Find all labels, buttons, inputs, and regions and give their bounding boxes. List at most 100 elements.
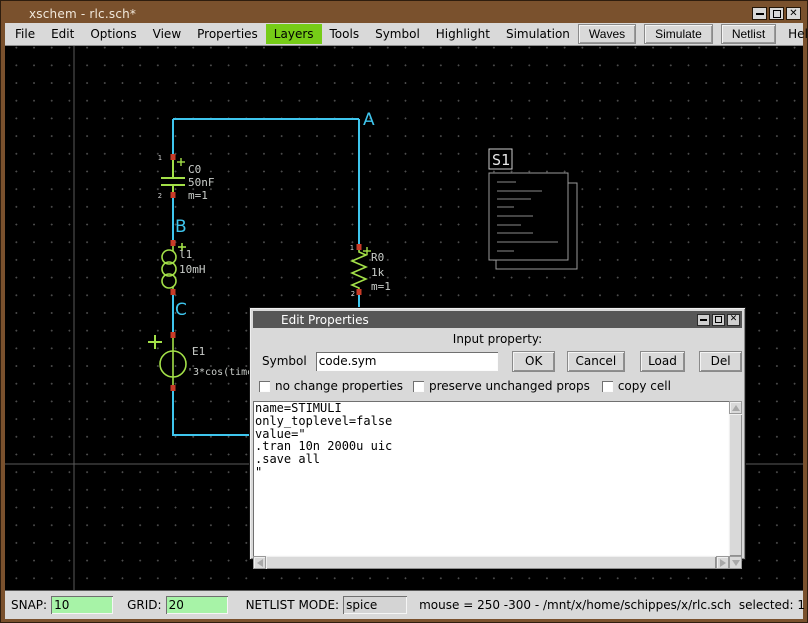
dialog-header: Input property:	[253, 332, 742, 347]
pin-square	[357, 244, 362, 250]
menu-tools[interactable]: Tools	[322, 24, 368, 44]
menu-help[interactable]: Help	[784, 24, 808, 44]
property-text-region: name=STIMULI only_toplevel=false value="…	[253, 401, 742, 556]
resistor-value: 1k	[371, 266, 385, 279]
preserve-unchanged-props-label: preserve unchanged props	[429, 379, 590, 393]
capacitor-value: 50nF	[188, 176, 215, 189]
net-label-c[interactable]: C	[175, 300, 187, 320]
property-textarea[interactable]: name=STIMULI only_toplevel=false value="…	[253, 401, 729, 556]
symbol-row: Symbol OK Cancel Load Del	[253, 350, 742, 372]
checkbox-row: no change properties preserve unchanged …	[253, 377, 742, 395]
resistor-name: R0	[371, 251, 384, 264]
menu-highlight[interactable]: Highlight	[428, 24, 498, 44]
pin-square	[171, 192, 176, 198]
minimize-icon	[700, 315, 707, 321]
simulate-button[interactable]: Simulate	[644, 24, 713, 44]
del-button[interactable]: Del	[699, 351, 742, 372]
cancel-button[interactable]: Cancel	[567, 351, 625, 372]
menu-symbol[interactable]: Symbol	[367, 24, 428, 44]
menu-options[interactable]: Options	[82, 24, 144, 44]
window-title: xschem - rlc.sch*	[29, 7, 136, 21]
pin-square	[171, 154, 176, 160]
scroll-down-button[interactable]	[729, 556, 742, 569]
resistor-symbol[interactable]: 1 2 R0 1k m=1	[350, 244, 391, 298]
copy-cell-checkbox[interactable]	[602, 381, 613, 392]
capacitor-pin2: 2	[158, 192, 162, 200]
ok-button[interactable]: OK	[512, 351, 555, 372]
minimize-icon	[756, 8, 764, 15]
snap-input[interactable]	[51, 596, 113, 614]
capacitor-symbol[interactable]: 1 2 C0 50nF m=1	[158, 154, 215, 202]
menu-view[interactable]: View	[145, 24, 189, 44]
net-labels: A B C	[175, 110, 375, 320]
net-label-a[interactable]: A	[363, 110, 375, 130]
grid-label: GRID:	[127, 598, 161, 612]
scroll-up-button[interactable]	[729, 401, 742, 414]
horizontal-scroll-thumb[interactable]	[266, 556, 716, 569]
dialog-maximize-button[interactable]	[712, 314, 725, 326]
arrow-down-icon	[732, 560, 740, 566]
pin-square	[171, 289, 176, 295]
capacitor-pin1: 1	[158, 154, 162, 162]
copy-cell-label: copy cell	[618, 379, 671, 393]
window-titlebar: xschem - rlc.sch* ✕	[5, 1, 803, 23]
code-block-symbol[interactable]: S1	[489, 149, 577, 269]
dialog-close-button[interactable]: ✕	[727, 314, 740, 326]
pin-square	[357, 289, 362, 295]
close-icon: ✕	[789, 9, 797, 19]
maximize-icon	[715, 316, 722, 323]
scroll-left-button[interactable]	[253, 556, 266, 569]
arrow-right-icon	[720, 559, 726, 567]
close-button[interactable]: ✕	[786, 7, 801, 20]
menu-file[interactable]: File	[7, 24, 43, 44]
mouse-info-text: mouse = 250 -300 - /mnt/x/home/schippes/…	[419, 598, 805, 612]
capacitor-mult: m=1	[188, 189, 208, 202]
statusbar: SNAP: GRID: NETLIST MODE: mouse = 250 -3…	[5, 590, 803, 619]
menu-edit[interactable]: Edit	[43, 24, 82, 44]
vertical-scrollbar[interactable]	[729, 401, 742, 556]
source-name: E1	[192, 345, 205, 358]
no-change-properties-checkbox[interactable]	[259, 381, 270, 392]
inductor-value: 10mH	[179, 263, 206, 276]
pin-square	[171, 240, 176, 246]
menubar: File Edit Options View Properties Layers…	[5, 23, 803, 46]
symbol-input[interactable]	[316, 352, 499, 371]
net-label-b[interactable]: B	[175, 217, 187, 237]
capacitor-name: C0	[188, 163, 201, 176]
horizontal-scrollbar[interactable]	[253, 556, 742, 569]
code-block-name: S1	[492, 151, 510, 169]
netlist-button[interactable]: Netlist	[721, 24, 776, 44]
dialog-titlebar[interactable]: Edit Properties ✕	[253, 311, 742, 328]
pin-square	[171, 332, 176, 338]
menu-simulation[interactable]: Simulation	[498, 24, 578, 44]
netlist-mode-label: NETLIST MODE:	[246, 598, 340, 612]
edit-properties-dialog: Edit Properties ✕ Input property: Symbol…	[249, 307, 746, 560]
dialog-minimize-button[interactable]	[697, 314, 710, 326]
netlist-mode-input[interactable]	[343, 596, 407, 614]
resistor-pin2: 2	[351, 290, 355, 298]
waves-button[interactable]: Waves	[578, 24, 636, 44]
resistor-mult: m=1	[371, 280, 391, 293]
no-change-properties-label: no change properties	[275, 379, 403, 393]
minimize-button[interactable]	[752, 7, 767, 20]
resistor-pin1: 1	[350, 244, 354, 252]
grid-input[interactable]	[166, 596, 228, 614]
menu-layers[interactable]: Layers	[266, 24, 322, 44]
xschem-window: xschem - rlc.sch* ✕ File Edit Options Vi…	[0, 0, 808, 623]
vertical-scroll-thumb[interactable]	[729, 414, 742, 556]
arrow-up-icon	[732, 405, 740, 411]
load-button[interactable]: Load	[640, 351, 686, 372]
inductor-name: l1	[179, 248, 192, 261]
close-icon: ✕	[730, 315, 738, 324]
arrow-left-icon	[257, 559, 263, 567]
menu-properties[interactable]: Properties	[189, 24, 266, 44]
maximize-icon	[773, 10, 781, 18]
inductor-symbol[interactable]: l1 10mH	[162, 240, 206, 295]
preserve-unchanged-props-checkbox[interactable]	[413, 381, 424, 392]
schematic-canvas[interactable]: 1 2 C0 50nF m=1 l1	[5, 46, 803, 590]
scroll-right-button[interactable]	[716, 556, 729, 569]
symbol-label: Symbol	[262, 354, 307, 368]
pin-square	[171, 385, 176, 391]
dialog-title: Edit Properties	[281, 313, 369, 327]
maximize-button[interactable]	[769, 7, 784, 20]
